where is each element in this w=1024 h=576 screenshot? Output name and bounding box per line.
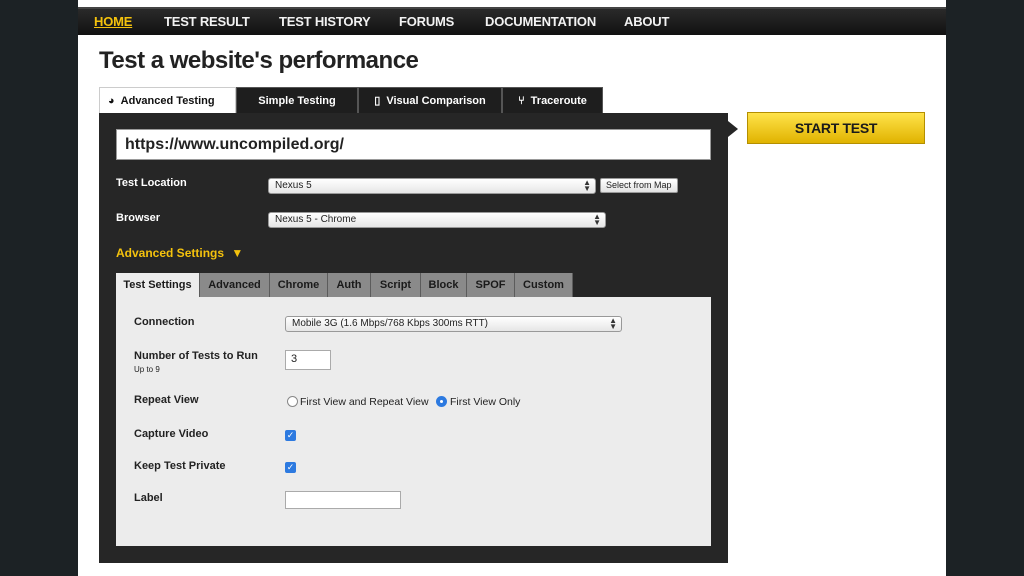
subtab-auth[interactable]: Auth xyxy=(328,273,371,297)
test-location-label: Test Location xyxy=(116,177,187,189)
triangle-down-icon: ▼ xyxy=(231,246,244,260)
start-test-button[interactable]: START TEST xyxy=(747,112,925,144)
nav-test-history-link[interactable]: TEST HISTORY xyxy=(279,14,371,29)
subtab-custom[interactable]: Custom xyxy=(515,273,573,297)
tab-advanced-testing[interactable]: ◕ Advanced Testing xyxy=(99,87,236,113)
nav-documentation-link[interactable]: DOCUMENTATION xyxy=(485,14,596,29)
browser-value: Nexus 5 - Chrome xyxy=(275,214,357,225)
subtab-script[interactable]: Script xyxy=(371,273,421,297)
test-settings-pane: Connection Mobile 3G (1.6 Mbps/768 Kbps … xyxy=(116,297,711,546)
nav-about-link[interactable]: ABOUT xyxy=(624,14,669,29)
num-tests-sublabel: Up to 9 xyxy=(134,365,160,374)
panel-pointer-arrow xyxy=(728,121,738,137)
top-navbar: HOME TEST RESULT TEST HISTORY FORUMS DOC… xyxy=(78,7,946,35)
capture-video-label: Capture Video xyxy=(134,428,209,440)
nav-forums-link[interactable]: FORUMS xyxy=(399,14,454,29)
keep-private-label: Keep Test Private xyxy=(134,460,226,472)
nav-home-link[interactable]: HOME xyxy=(94,14,132,29)
subtab-advanced[interactable]: Advanced xyxy=(200,273,270,297)
subtab-spof[interactable]: SPOF xyxy=(467,273,515,297)
select-arrows-icon: ▲ ▼ xyxy=(583,178,591,193)
test-label-label: Label xyxy=(134,492,163,504)
test-location-select[interactable]: Nexus 5 ▲ ▼ xyxy=(268,178,596,194)
select-arrows-icon: ▲ ▼ xyxy=(609,316,617,331)
page-title: Test a website's performance xyxy=(99,47,419,74)
nav-test-result-link[interactable]: TEST RESULT xyxy=(164,14,250,29)
tab-visual-comparison-label: Visual Comparison xyxy=(386,94,486,107)
browser-select[interactable]: Nexus 5 - Chrome ▲ ▼ xyxy=(268,212,606,228)
tab-traceroute[interactable]: ⑂ Traceroute xyxy=(502,87,603,113)
radio-first-view-only[interactable] xyxy=(436,396,447,407)
radio-first-and-repeat-view-label: First View and Repeat View xyxy=(300,396,429,408)
document-icon: ▯ xyxy=(374,95,381,107)
subtab-test-settings[interactable]: Test Settings xyxy=(116,273,200,297)
tab-advanced-testing-label: Advanced Testing xyxy=(120,94,215,107)
num-tests-input[interactable]: 3 xyxy=(285,350,331,370)
test-location-value: Nexus 5 xyxy=(275,180,312,191)
tab-simple-testing[interactable]: Simple Testing xyxy=(236,87,358,113)
route-icon: ⑂ xyxy=(518,94,525,107)
subtab-chrome[interactable]: Chrome xyxy=(270,273,328,297)
url-input[interactable]: https://www.uncompiled.org/ xyxy=(116,129,711,160)
test-config-panel: https://www.uncompiled.org/ Test Locatio… xyxy=(99,113,728,563)
connection-label: Connection xyxy=(134,316,195,328)
radio-first-view-only-label: First View Only xyxy=(450,396,521,408)
keep-private-checkbox[interactable]: ✓ xyxy=(285,462,296,473)
browser-label: Browser xyxy=(116,212,161,224)
capture-video-checkbox[interactable]: ✓ xyxy=(285,430,296,441)
test-label-input[interactable] xyxy=(285,491,401,509)
connection-select[interactable]: Mobile 3G (1.6 Mbps/768 Kbps 300ms RTT) … xyxy=(285,316,622,332)
tab-simple-testing-label: Simple Testing xyxy=(258,94,336,107)
tab-traceroute-label: Traceroute xyxy=(530,94,587,107)
gauge-icon: ◕ xyxy=(108,94,115,107)
select-from-map-button[interactable]: Select from Map xyxy=(600,178,678,193)
advanced-settings-toggle[interactable]: Advanced Settings ▼ xyxy=(116,246,243,260)
repeat-view-label: Repeat View xyxy=(134,394,199,406)
tab-visual-comparison[interactable]: ▯ Visual Comparison xyxy=(358,87,502,113)
page: HOME TEST RESULT TEST HISTORY FORUMS DOC… xyxy=(78,0,946,576)
radio-first-and-repeat-view[interactable] xyxy=(287,396,298,407)
advanced-settings-label: Advanced Settings xyxy=(116,246,225,260)
select-arrows-icon: ▲ ▼ xyxy=(593,212,601,227)
connection-value: Mobile 3G (1.6 Mbps/768 Kbps 300ms RTT) xyxy=(292,318,489,329)
subtab-block[interactable]: Block xyxy=(421,273,467,297)
num-tests-label: Number of Tests to Run xyxy=(134,350,258,362)
